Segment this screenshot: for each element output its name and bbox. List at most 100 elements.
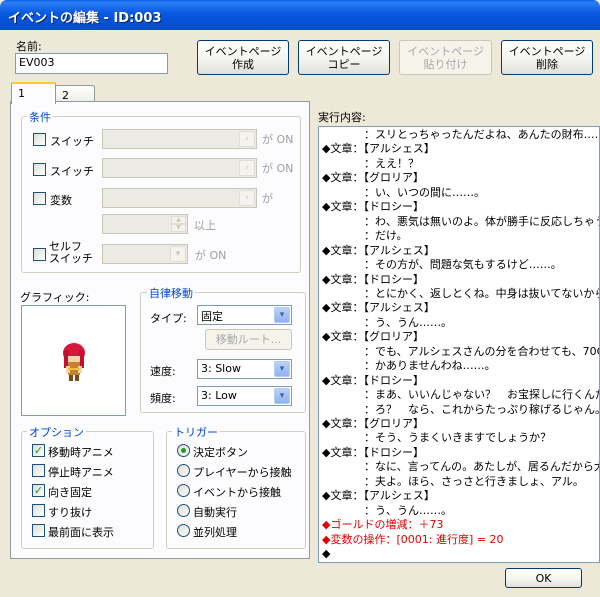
variable-select[interactable]: › — [102, 188, 257, 208]
name-label: 名前: — [16, 40, 42, 53]
title-bar[interactable]: イベントの編集 - ID:003 — [0, 0, 600, 30]
command-row[interactable]: ◆文章：【アルシェス】 — [322, 301, 435, 315]
chevron-down-icon: ▾ — [274, 361, 290, 377]
command-row[interactable]: ：だけ。 — [322, 229, 407, 243]
trigger-radio[interactable] — [177, 504, 190, 517]
command-row[interactable]: ◆文章：【ドロシー】 — [322, 446, 424, 460]
command-text: ：でも、アルシェスさんの分を合わせても、70Gし — [364, 344, 600, 358]
spin-down-icon[interactable]: ▼ — [171, 224, 186, 232]
command-text: 文章：【アルシェス】 — [330, 301, 435, 315]
autonomous-title: 自律移動 — [147, 285, 195, 301]
type-value: 固定 — [201, 310, 223, 323]
command-row[interactable]: ◆文章：【アルシェス】 — [322, 489, 435, 503]
move-route-button[interactable]: 移動ルート... — [205, 329, 292, 350]
switch1-is-on-label: が ON — [262, 133, 294, 146]
option-checkbox[interactable] — [32, 524, 45, 537]
event-commands-list[interactable]: ：スリとっちゃったんだよね、あんたの財布……。 ◆文章：【アルシェス】 ：ええ！？ ◆… — [318, 126, 600, 563]
variable-value-spinner[interactable]: ▲ ▼ — [102, 214, 188, 234]
command-row[interactable]: ：まあ、いいんじゃない？ お宝探しに行くんだ — [322, 388, 599, 402]
speed-select[interactable]: 3: Slow ▾ — [197, 359, 292, 379]
trigger-label: 自動実行 — [193, 506, 237, 519]
command-row[interactable]: ：スリとっちゃったんだよね、あんたの財布……。 — [322, 128, 599, 142]
self-switch-is-on-label: が ON — [195, 249, 227, 262]
command-row[interactable]: ：その方が、問題な気もするけど……。 — [322, 258, 562, 272]
command-row[interactable]: ◆文章：【ドロシー】 — [322, 200, 424, 214]
command-text: ：う、うん……。 — [364, 315, 452, 329]
command-row[interactable]: ◆ — [322, 547, 330, 561]
frequency-select[interactable]: 3: Low ▾ — [197, 386, 292, 406]
command-row[interactable]: ：とにかく、返しとくね。中身は抜いてないから。 — [322, 287, 599, 301]
name-input[interactable]: EV003 — [15, 53, 168, 74]
switch1-select[interactable]: › — [102, 129, 257, 149]
command-row[interactable]: ◆文章：【グロリア】 — [322, 171, 424, 185]
paste-page-button[interactable]: イベントページ 貼り付け — [399, 40, 492, 75]
command-row[interactable]: ◆ゴールドの増減：＋73 — [322, 518, 443, 532]
graphic-label: グラフィック: — [20, 291, 90, 304]
command-row[interactable]: ：そう、うまくいきますでしょうか？ — [322, 431, 551, 445]
command-row[interactable]: ◆文章：【アルシェス】 — [322, 244, 435, 258]
command-row[interactable]: ◆文章：【ドロシー】 — [322, 374, 424, 388]
trigger-label: 並列処理 — [193, 526, 237, 539]
command-row[interactable]: ：かありませんわね……。 — [322, 359, 496, 373]
option-label: 移動時アニメ — [48, 446, 114, 459]
command-row[interactable]: ：わ、悪気は無いのよ。体が勝手に反応しちゃう — [322, 215, 599, 229]
command-text: 文章：【アルシェス】 — [330, 243, 435, 257]
tab-page-1[interactable]: 1 — [11, 82, 56, 104]
command-row[interactable]: ：う、うん……。 — [322, 316, 452, 330]
command-bullet-icon: ◆ — [322, 547, 331, 561]
command-row[interactable]: ：う、うん……。 — [322, 504, 452, 518]
command-row[interactable]: ：い、いつの間に……。 — [322, 186, 485, 200]
command-text: 文章：【アルシェス】 — [330, 142, 435, 156]
command-row[interactable]: ：ろ？ なら、これからたっぷり稼げるじゃん。 — [322, 403, 599, 417]
delete-page-button[interactable]: イベントページ 削除 — [501, 40, 593, 75]
trigger-radio[interactable] — [177, 484, 190, 497]
option-checkbox[interactable]: ✓ — [32, 484, 45, 497]
command-row[interactable]: ◆文章：【グロリア】 — [322, 417, 424, 431]
command-row[interactable]: ：夫よ。ほら、さっさと行きましょ、アル。 — [322, 475, 584, 489]
option-checkbox[interactable]: ✓ — [32, 444, 45, 457]
self-switch-select[interactable]: ▾ — [102, 244, 188, 264]
command-row[interactable]: ：ええ！？ — [322, 157, 419, 171]
command-row[interactable]: ◆変数の操作：[0001: 進行度] = 20 — [322, 533, 503, 547]
switch2-select[interactable]: › — [102, 158, 257, 178]
variable-label: 変数 — [50, 194, 72, 207]
command-text: ゴールドの増減：＋73 — [330, 518, 444, 532]
spin-up-icon[interactable]: ▲ — [171, 216, 186, 224]
command-text: ：だけ。 — [364, 229, 408, 243]
option-checkbox[interactable] — [32, 504, 45, 517]
variable-checkbox[interactable] — [33, 192, 46, 205]
type-select[interactable]: 固定 ▾ — [197, 305, 292, 325]
command-text: 文章：【グロリア】 — [330, 417, 424, 430]
contents-label: 実行内容: — [318, 111, 366, 124]
command-text: 文章：【アルシェス】 — [330, 489, 435, 503]
command-row[interactable]: ◆文章：【ドロシー】 — [322, 273, 424, 287]
ellipsis-icon: › — [239, 190, 255, 206]
option-label: 向き固定 — [48, 486, 92, 499]
self-switch-checkbox[interactable] — [33, 248, 46, 261]
command-text: ：なに、言ってんの。あたしが、居るんだから大丈 — [364, 460, 600, 474]
switch2-checkbox[interactable] — [33, 163, 46, 176]
command-text: ：夫よ。ほら、さっさと行きましょ、アル。 — [364, 474, 584, 488]
command-row[interactable]: ◆文章：【グロリア】 — [322, 330, 424, 344]
graphic-preview[interactable] — [21, 305, 126, 416]
command-row[interactable]: ◆文章：【アルシェス】 — [322, 142, 435, 156]
command-row[interactable]: ：でも、アルシェスさんの分を合わせても、70Gし — [322, 344, 600, 359]
trigger-radio[interactable] — [177, 464, 190, 477]
chevron-down-icon: ▾ — [274, 388, 290, 404]
copy-page-button[interactable]: イベントページ コピー — [298, 40, 390, 75]
option-checkbox[interactable] — [32, 464, 45, 477]
switch1-checkbox[interactable] — [33, 133, 46, 146]
command-row[interactable]: ：なに、言ってんの。あたしが、居るんだから大丈 — [322, 460, 600, 474]
switch1-label: スイッチ — [50, 135, 94, 148]
trigger-radio[interactable] — [177, 524, 190, 537]
frequency-label: 頻度: — [150, 392, 176, 405]
ok-button[interactable]: OK — [505, 568, 582, 588]
create-page-button[interactable]: イベントページ 作成 — [197, 40, 289, 75]
conditions-title: 条件 — [27, 109, 53, 125]
trigger-radio[interactable] — [177, 444, 190, 457]
command-text: ：その方が、問題な気もするけど……。 — [364, 258, 562, 272]
command-text: ：ええ！？ — [364, 156, 419, 170]
command-text: ：そう、うまくいきますでしょうか？ — [364, 431, 552, 445]
trigger-label: 決定ボタン — [193, 446, 248, 459]
character-sprite-icon — [63, 343, 85, 381]
